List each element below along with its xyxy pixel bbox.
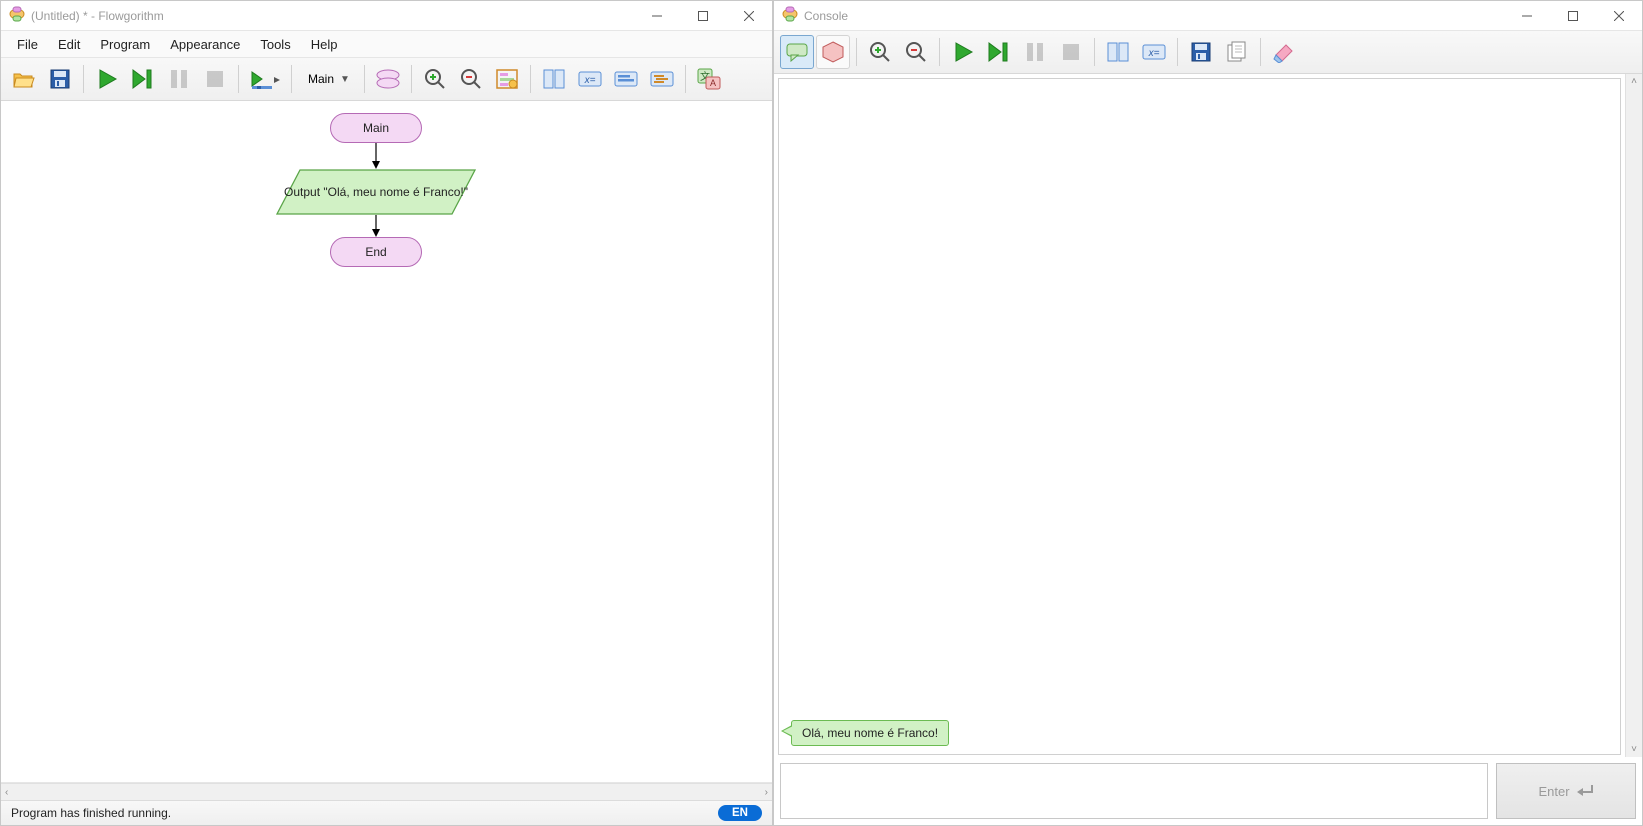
menu-help[interactable]: Help xyxy=(301,33,348,56)
menu-appearance[interactable]: Appearance xyxy=(160,33,250,56)
menu-file[interactable]: File xyxy=(7,33,48,56)
save-button[interactable] xyxy=(43,62,77,96)
separator xyxy=(530,65,531,93)
maximize-button[interactable] xyxy=(680,1,726,30)
flowchart-end-node[interactable]: End xyxy=(330,237,422,267)
scroll-up-icon[interactable]: ˄ xyxy=(1631,76,1637,87)
enter-button[interactable]: Enter xyxy=(1496,763,1636,819)
chevron-down-icon: ▼ xyxy=(340,74,350,85)
horizontal-scrollbar[interactable]: ‹› xyxy=(1,783,772,800)
zoom-fit-button[interactable] xyxy=(490,62,524,96)
open-button[interactable] xyxy=(7,62,41,96)
step-button[interactable] xyxy=(126,62,160,96)
window-controls xyxy=(634,1,772,30)
close-button[interactable] xyxy=(726,1,772,30)
separator xyxy=(856,38,857,66)
speed-button[interactable] xyxy=(245,62,285,96)
separator xyxy=(1094,38,1095,66)
flowchart-canvas[interactable]: Main Output "Olá, meu nome é Franco!" En… xyxy=(1,101,772,783)
separator xyxy=(83,65,84,93)
separator xyxy=(411,65,412,93)
window-controls xyxy=(1504,1,1642,30)
pause-button[interactable] xyxy=(162,62,196,96)
separator xyxy=(939,38,940,66)
output-message: Olá, meu nome é Franco! xyxy=(791,720,949,746)
console-input-row: Enter xyxy=(774,757,1642,825)
vertical-scrollbar[interactable]: ˄˅ xyxy=(1625,74,1642,757)
layout-windows-button[interactable] xyxy=(537,62,571,96)
flowchart-start-node[interactable]: Main xyxy=(330,113,422,143)
console-output[interactable]: Olá, meu nome é Franco! xyxy=(778,78,1621,755)
console-input[interactable] xyxy=(780,763,1488,819)
toolbar-main: Main ▼ x= 文A xyxy=(1,58,772,101)
window-title: (Untitled) * - Flowgorithm xyxy=(31,9,634,23)
toolbar-console: x= xyxy=(774,31,1642,74)
language-badge[interactable]: EN xyxy=(718,805,762,821)
separator xyxy=(685,65,686,93)
scroll-right-icon[interactable]: › xyxy=(765,787,768,798)
menu-tools[interactable]: Tools xyxy=(250,33,300,56)
step-button[interactable] xyxy=(982,35,1016,69)
run-button[interactable] xyxy=(946,35,980,69)
close-button[interactable] xyxy=(1596,1,1642,30)
run-button[interactable] xyxy=(90,62,124,96)
clear-button[interactable] xyxy=(1267,35,1301,69)
flowchart-output-node[interactable]: Output "Olá, meu nome é Franco!" xyxy=(276,169,476,215)
scroll-down-icon[interactable]: ˅ xyxy=(1631,744,1637,755)
app-icon xyxy=(9,6,25,25)
stop-button[interactable] xyxy=(1054,35,1088,69)
svg-text:A: A xyxy=(710,78,716,88)
window-title: Console xyxy=(804,9,1504,23)
function-selector-label: Main xyxy=(308,72,334,86)
add-function-button[interactable] xyxy=(371,62,405,96)
separator xyxy=(1260,38,1261,66)
translate-button[interactable]: 文A xyxy=(692,62,726,96)
zoom-in-button[interactable] xyxy=(863,35,897,69)
titlebar: Console xyxy=(774,1,1642,31)
separator xyxy=(238,65,239,93)
app-icon xyxy=(782,6,798,25)
zoom-out-button[interactable] xyxy=(899,35,933,69)
output-message-text: Olá, meu nome é Franco! xyxy=(802,726,938,740)
zoom-in-button[interactable] xyxy=(418,62,452,96)
function-selector[interactable]: Main ▼ xyxy=(298,65,358,93)
menubar: File Edit Program Appearance Tools Help xyxy=(1,31,772,58)
minimize-button[interactable] xyxy=(634,1,680,30)
svg-text:x=: x= xyxy=(584,75,596,86)
separator xyxy=(291,65,292,93)
copy-output-button[interactable] xyxy=(1220,35,1254,69)
enter-button-label: Enter xyxy=(1538,784,1569,799)
minimize-button[interactable] xyxy=(1504,1,1550,30)
statusbar: Program has finished running. EN xyxy=(1,800,772,825)
zoom-out-button[interactable] xyxy=(454,62,488,96)
menu-program[interactable]: Program xyxy=(90,33,160,56)
console-button[interactable] xyxy=(609,62,643,96)
save-output-button[interactable] xyxy=(1184,35,1218,69)
layout-windows-button[interactable] xyxy=(1101,35,1135,69)
console-area: Olá, meu nome é Franco! ˄˅ Enter xyxy=(774,74,1642,825)
chat-mode-button[interactable] xyxy=(780,35,814,69)
pause-button[interactable] xyxy=(1018,35,1052,69)
variables-button[interactable]: x= xyxy=(573,62,607,96)
separator xyxy=(1177,38,1178,66)
status-message: Program has finished running. xyxy=(11,806,171,820)
maximize-button[interactable] xyxy=(1550,1,1596,30)
scroll-left-icon[interactable]: ‹ xyxy=(5,787,8,798)
separator xyxy=(364,65,365,93)
enter-icon xyxy=(1576,784,1594,798)
variables-button[interactable]: x= xyxy=(1137,35,1171,69)
flowgorithm-window: (Untitled) * - Flowgorithm File Edit Pro… xyxy=(0,0,773,826)
console-window: Console x= xyxy=(773,0,1643,826)
stop-button[interactable] xyxy=(198,62,232,96)
menu-edit[interactable]: Edit xyxy=(48,33,90,56)
svg-text:x=: x= xyxy=(1148,48,1160,59)
titlebar: (Untitled) * - Flowgorithm xyxy=(1,1,772,31)
text-mode-button[interactable] xyxy=(816,35,850,69)
source-viewer-button[interactable] xyxy=(645,62,679,96)
